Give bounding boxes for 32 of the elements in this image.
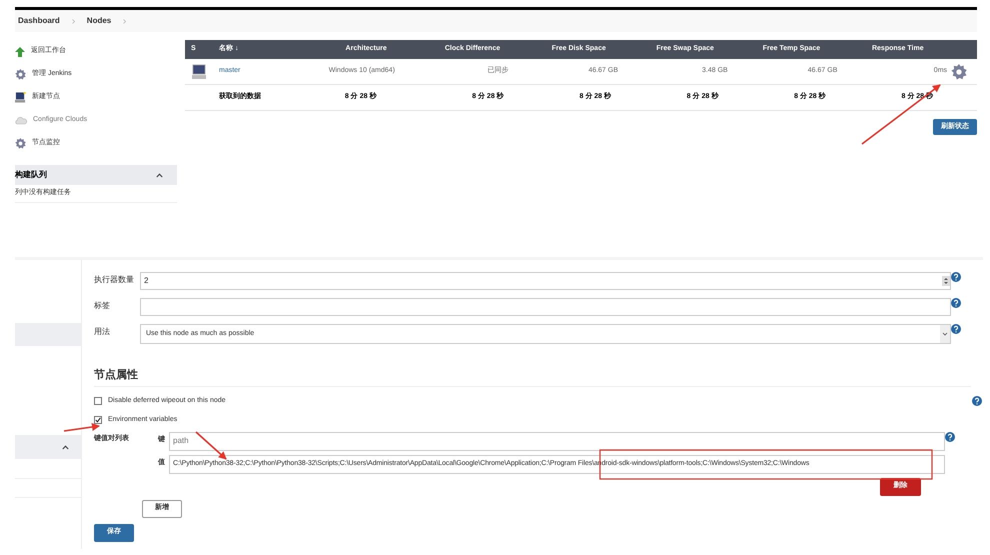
queue-header[interactable]: 构建队列 [15,165,177,185]
arrow-annotation [195,431,227,460]
input-field[interactable] [140,298,951,316]
checkbox[interactable] [94,416,102,424]
up-arrow-icon [15,46,25,56]
gear-icon [15,69,26,80]
spinner-icon[interactable] [942,276,950,286]
arrow-annotation [64,423,100,432]
gear-icon[interactable] [951,64,968,80]
help-icon[interactable] [972,396,982,406]
help-icon[interactable] [951,324,961,334]
help-icon[interactable] [951,272,961,282]
help-icon[interactable] [945,432,955,442]
section-title: 节点属性 [94,367,971,386]
input-field[interactable]: path [169,432,945,450]
number-field[interactable]: 2 [140,272,951,290]
chevron-icon [72,18,75,24]
dropdown-icon [940,325,950,343]
field-label: 执行器数量 [94,274,135,286]
checkbox[interactable] [94,397,102,405]
field-label: 用法 [94,326,111,338]
cloud-icon [15,116,27,125]
computer-icon [15,92,26,103]
computer-icon [191,64,207,80]
gear-icon [15,138,26,149]
breadcrumb-link[interactable]: Dashboard [18,15,60,27]
chevron-icon [123,18,126,24]
queue-title: 构建队列 [15,169,47,181]
field-label: 标签 [94,300,111,312]
help-icon[interactable] [951,298,961,308]
breadcrumb-link[interactable]: Nodes [86,15,112,27]
caret-icon [62,444,69,450]
